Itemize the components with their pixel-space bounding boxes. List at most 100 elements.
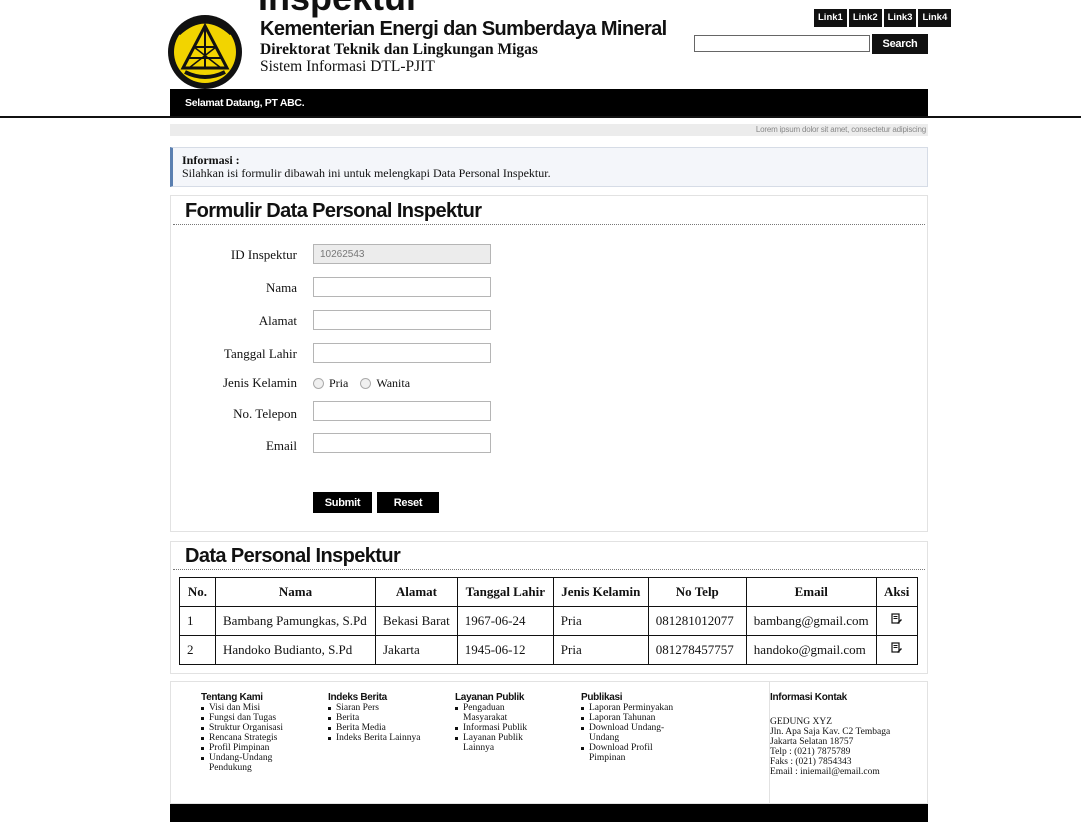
cell-telp: 081278457757 [647,635,747,665]
footer-link[interactable]: Laporan Tahunan [581,713,673,723]
header-divider [0,116,1081,118]
radio-pria-label[interactable]: Pria [329,376,348,391]
footer-col-title: Layanan Publik [455,692,525,703]
footer-col-publikasi: Publikasi Laporan Perminyakan Laporan Ta… [569,692,673,763]
table-panel: Data Personal Inspektur No. Nama Alamat … [170,541,928,674]
edit-icon[interactable] [891,613,903,625]
table-row: 1 Bambang Pamungkas, S.Pd Bekasi Barat 1… [179,606,918,636]
footer-link[interactable]: Indeks Berita Lainnya [328,733,420,743]
link-3[interactable]: Link3 [883,9,917,27]
welcome-bar: Selamat Datang, PT ABC. [170,89,928,116]
cell-tanggal: 1945-06-12 [456,635,554,665]
col-alamat: Alamat [375,577,458,607]
contact-line: Jakarta Selatan 18757 [770,737,854,747]
footer-link[interactable]: Berita Media [328,723,420,733]
contact-line: Email : iniemail@email.com [770,767,880,777]
footer-link[interactable]: Fungsi dan Tugas [201,713,283,723]
email-label: Email [265,438,297,453]
sub-bar-text: Lorem ipsum dolor sit amet, consectetur … [755,125,926,134]
telepon-field[interactable] [313,401,491,421]
gender-radio-group: Pria Wanita [313,376,422,391]
col-telp: No Telp [647,577,747,607]
tanggal-field[interactable] [313,343,491,363]
footer-col-title: Indeks Berita [328,692,387,703]
footer-col-layanan: Layanan Publik Pengaduan Masyarakat Info… [443,692,527,753]
org-name: Kementerian Energi dan Sumberdaya Minera… [260,18,667,40]
footer: Tentang Kami Visi dan Misi Fungsi dan Tu… [170,681,928,804]
email-field[interactable] [313,433,491,453]
link-1[interactable]: Link1 [814,9,847,27]
sub-bar: Lorem ipsum dolor sit amet, consectetur … [170,124,928,136]
radio-wanita[interactable] [360,378,372,389]
submit-button[interactable]: Submit [313,492,372,513]
footer-contact: Informasi Kontak GEDUNG XYZ Jln. Apa Saj… [769,682,928,803]
page-heading-cut: Inspektur [258,0,420,16]
footer-link[interactable]: Siaran Pers [328,703,420,713]
edit-icon[interactable] [891,642,903,654]
footer-link[interactable]: Download Profil Pimpinan [581,743,661,763]
footer-bottom-bar [170,804,928,822]
id-field [313,244,491,264]
cell-alamat: Bekasi Barat [375,606,458,636]
cell-email: handoko@gmail.com [745,635,877,665]
footer-link[interactable]: Informasi Publik [455,723,527,733]
welcome-text: Selamat Datang, PT ABC. [185,97,305,109]
footer-link[interactable]: Laporan Perminyakan [581,703,673,713]
contact-line: GEDUNG XYZ [770,717,833,727]
footer-col-title: Publikasi [581,692,623,703]
nama-label: Nama [265,280,297,295]
directorate-name: Direktorat Teknik dan Lingkungan Migas [260,41,538,58]
cell-jenis: Pria [552,606,649,636]
telepon-label: No. Telepon [233,406,297,421]
form-panel: Formulir Data Personal Inspektur ID Insp… [170,195,928,532]
col-tanggal: Tanggal Lahir [456,577,554,607]
link-2[interactable]: Link2 [848,9,882,27]
col-email: Email [745,577,877,607]
form-title-rule [173,224,925,225]
search-input[interactable] [694,35,870,52]
col-jenis: Jenis Kelamin [552,577,649,607]
footer-link[interactable]: Berita [328,713,420,723]
footer-col-tentang: Tentang Kami Visi dan Misi Fungsi dan Tu… [189,692,283,773]
link-4[interactable]: Link4 [918,9,952,27]
cell-alamat: Jakarta [375,635,458,665]
footer-link[interactable]: Download Undang-Undang [581,723,671,743]
radio-pria[interactable] [313,378,324,389]
top-links: Link1 Link2 Link3 Link4 [814,9,952,27]
cell-email: bambang@gmail.com [745,606,877,636]
cell-no: 2 [179,635,216,665]
footer-link[interactable]: Struktur Organisasi [201,723,283,733]
cell-jenis: Pria [552,635,649,665]
contact-line: Jln. Apa Saja Kav. C2 Tembaga [770,727,891,737]
cell-tanggal: 1967-06-24 [456,606,554,636]
cell-telp: 081281012077 [647,606,747,636]
id-label: ID Inspektur [230,247,297,262]
alamat-field[interactable] [313,310,491,330]
alamat-label: Alamat [258,313,297,328]
info-box: Informasi : Silahkan isi formulir dibawa… [170,147,928,187]
col-nama: Nama [215,577,376,607]
footer-col-title: Tentang Kami [201,692,263,703]
system-name: Sistem Informasi DTL-PJIT [260,58,435,75]
jenis-label: Jenis Kelamin [222,375,297,390]
cell-no: 1 [179,606,216,636]
col-aksi: Aksi [875,577,918,607]
search-button[interactable]: Search [872,34,928,54]
radio-wanita-label[interactable]: Wanita [376,376,410,391]
contact-title: Informasi Kontak [770,692,847,703]
col-no: No. [179,577,216,607]
footer-link[interactable]: Undang-Undang Pendukung [201,753,281,773]
nama-field[interactable] [313,277,491,297]
footer-link[interactable]: Layanan Publik Lainnya [455,733,527,753]
tanggal-label: Tanggal Lahir [223,346,297,361]
footer-link[interactable]: Rencana Strategis [201,733,283,743]
footer-link[interactable]: Profil Pimpinan [201,743,283,753]
reset-button[interactable]: Reset [377,492,439,513]
table-title: Data Personal Inspektur [185,545,401,567]
footer-col-berita: Indeks Berita Siaran Pers Berita Berita … [316,692,420,743]
cell-aksi [875,606,918,636]
contact-line: Telp : (021) 7875789 [770,747,851,757]
ministry-logo [168,15,242,89]
footer-link[interactable]: Visi dan Misi [201,703,283,713]
footer-link[interactable]: Pengaduan Masyarakat [455,703,527,723]
